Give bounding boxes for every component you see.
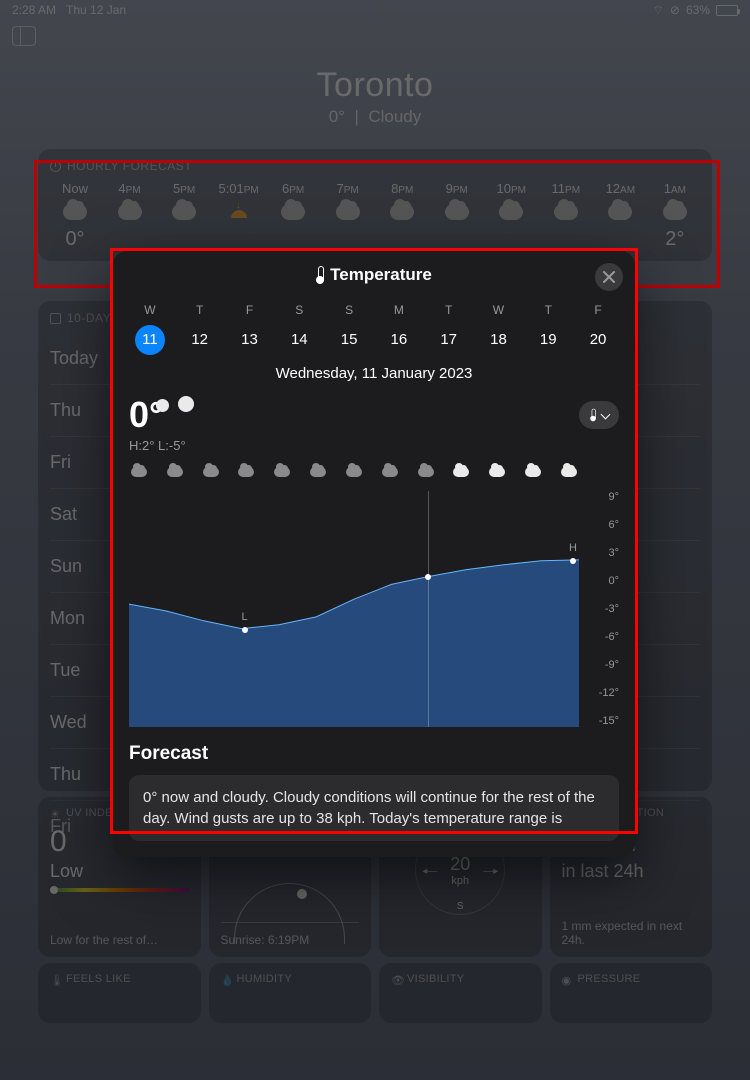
chart-line bbox=[129, 491, 579, 727]
thermometer-icon bbox=[316, 266, 324, 284]
cloud-icon bbox=[173, 403, 209, 427]
cloud-icon bbox=[274, 467, 290, 477]
cloud-icon bbox=[489, 467, 505, 477]
day-selector-item[interactable]: M16 bbox=[379, 303, 419, 355]
day-selector-item[interactable]: S14 bbox=[279, 303, 319, 355]
chart-y-axis: 9°6°3°0°-3°-6°-9°-12°-15° bbox=[585, 491, 619, 727]
metric-selector-button[interactable] bbox=[579, 401, 619, 429]
day-selector-item[interactable]: T12 bbox=[180, 303, 220, 355]
day-selector-item[interactable]: S15 bbox=[329, 303, 369, 355]
temperature-modal: Temperature W11T12F13S14S15M16T17W18T19F… bbox=[113, 251, 635, 857]
high-low-label: H:2° L:-5° bbox=[129, 438, 619, 453]
cloud-icon bbox=[346, 467, 362, 477]
day-selector[interactable]: W11T12F13S14S15M16T17W18T19F20 bbox=[113, 299, 635, 355]
thermometer-icon bbox=[590, 409, 596, 422]
cloud-icon bbox=[382, 467, 398, 477]
chart-low-marker: L bbox=[242, 611, 248, 623]
selected-date-label: Wednesday, 11 January 2023 bbox=[113, 355, 635, 394]
chart-now-marker bbox=[428, 491, 429, 727]
cloud-icon bbox=[453, 467, 469, 477]
forecast-heading: Forecast bbox=[129, 743, 619, 765]
day-selector-item[interactable]: T17 bbox=[429, 303, 469, 355]
day-selector-item[interactable]: W11 bbox=[130, 303, 170, 355]
chart-high-marker: H bbox=[569, 542, 577, 554]
day-selector-item[interactable]: T19 bbox=[528, 303, 568, 355]
close-icon bbox=[603, 271, 615, 283]
cloud-icon bbox=[167, 467, 183, 477]
cloud-icon bbox=[131, 467, 147, 477]
cloud-icon bbox=[203, 467, 219, 477]
temperature-chart[interactable]: 9°6°3°0°-3°-6°-9°-12°-15° L H bbox=[129, 467, 619, 727]
cloud-icon bbox=[525, 467, 541, 477]
day-selector-item[interactable]: F13 bbox=[229, 303, 269, 355]
cloud-icon bbox=[238, 467, 254, 477]
cloud-icon bbox=[418, 467, 434, 477]
forecast-text: 0° now and cloudy. Cloudy conditions wil… bbox=[129, 775, 619, 841]
chart-now-dot bbox=[425, 574, 431, 580]
day-selector-item[interactable]: W18 bbox=[478, 303, 518, 355]
chevron-down-icon bbox=[602, 408, 609, 423]
day-selector-item[interactable]: F20 bbox=[578, 303, 618, 355]
close-button[interactable] bbox=[595, 263, 623, 291]
modal-title: Temperature bbox=[316, 265, 432, 285]
cloud-icon bbox=[310, 467, 326, 477]
cloud-icon bbox=[561, 467, 577, 477]
